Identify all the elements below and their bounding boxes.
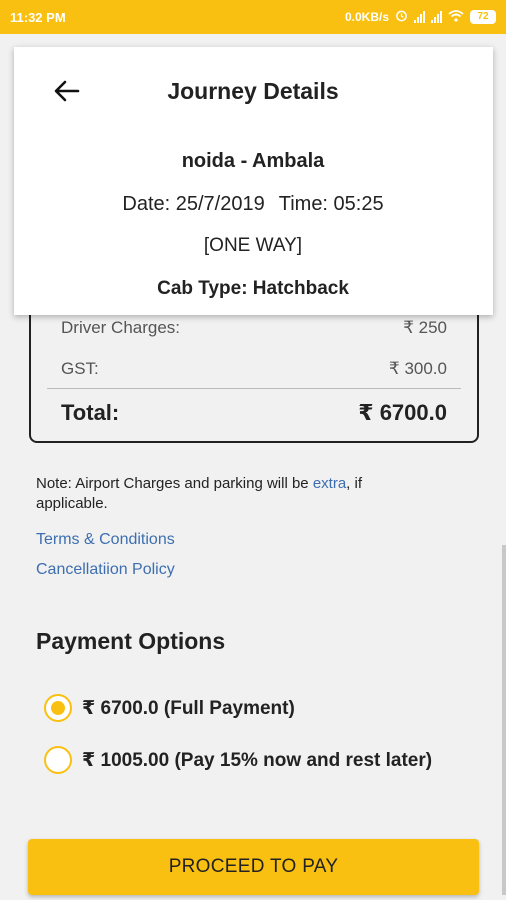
fare-value: ₹ 300.0 — [388, 359, 447, 378]
journey-time: Time: 05:25 — [278, 193, 384, 215]
total-value: ₹ 6700.0 — [358, 400, 447, 425]
charges-note: Note: Airport Charges and parking will b… — [36, 474, 416, 514]
payment-options-title: Payment Options — [36, 628, 226, 654]
scrollbar[interactable] — [502, 545, 506, 895]
journey-route: noida - Ambala — [181, 150, 325, 172]
battery-icon: 72 — [470, 10, 496, 24]
fare-total: Total: ₹ 6700.0 — [61, 400, 447, 426]
cab-type: Cab Type: Hatchback — [157, 278, 349, 299]
signal-icon — [414, 11, 425, 23]
cancellation-policy-link[interactable]: Cancellatiion Policy — [36, 561, 175, 579]
wifi-icon — [448, 9, 464, 25]
trip-mode: [ONE WAY] — [203, 235, 303, 256]
fare-label: GST: — [61, 359, 99, 378]
payment-option-label: ₹ 6700.0 (Full Payment) — [82, 697, 295, 719]
status-icons: 0.0KB/s 72 — [345, 9, 496, 25]
fare-row-gst: GST: ₹ 300.0 — [61, 359, 447, 379]
fare-value: ₹ 250 — [403, 318, 447, 337]
note-extra-link: extra — [312, 475, 347, 492]
note-text: Note: Airport Charges and parking will b… — [36, 475, 313, 492]
payment-option-label: ₹ 1005.00 (Pay 15% now and rest later) — [82, 749, 433, 771]
network-speed: 0.0KB/s — [344, 10, 389, 24]
fare-row-driver-charges: Driver Charges: ₹ 250 — [61, 318, 447, 338]
proceed-to-pay-button[interactable]: PROCEED TO PAY — [28, 839, 479, 895]
journey-datetime: Date: 25/7/2019 Time: 05:25 — [0, 193, 506, 216]
payment-option-partial[interactable]: ₹ 1005.00 (Pay 15% now and rest later) — [44, 746, 432, 774]
signal-icon — [431, 11, 442, 23]
page-title: Journey Details — [167, 78, 339, 104]
fare-label: Driver Charges: — [61, 318, 181, 337]
journey-date: Date: 25/7/2019 — [122, 193, 265, 215]
fare-divider — [47, 388, 461, 389]
total-label: Total: — [61, 400, 120, 425]
status-bar: 11:32 PM 0.0KB/s 72 — [0, 0, 506, 34]
radio-selected-icon[interactable] — [44, 694, 72, 722]
status-time: 11:32 PM — [10, 9, 66, 25]
terms-link[interactable]: Terms & Conditions — [36, 531, 175, 549]
alarm-icon — [395, 9, 408, 25]
radio-unselected-icon[interactable] — [44, 746, 72, 774]
payment-option-full[interactable]: ₹ 6700.0 (Full Payment) — [44, 694, 295, 722]
